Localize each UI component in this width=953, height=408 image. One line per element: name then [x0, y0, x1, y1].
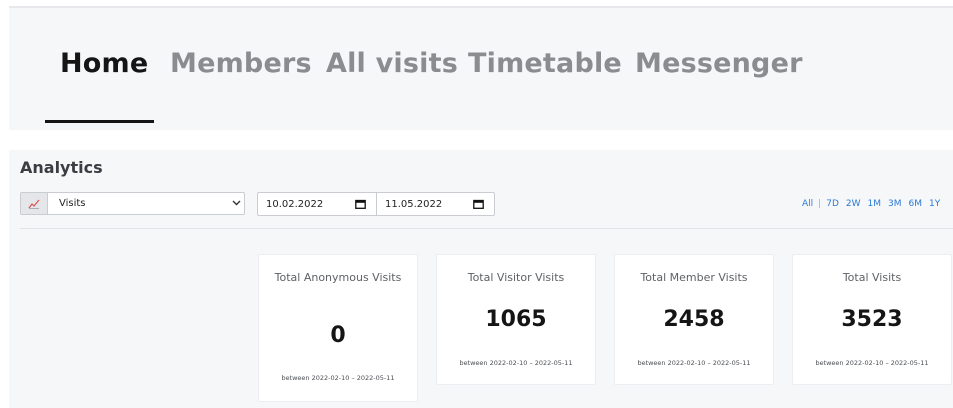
date-from-field[interactable]: 10.02.2022 [258, 193, 376, 215]
range-separator: | [818, 199, 822, 209]
stat-card-value: 0 [330, 323, 346, 348]
active-tab-indicator [45, 120, 154, 123]
date-range-picker: 10.02.2022 11.05.2022 [257, 192, 495, 216]
tab-all-visits[interactable]: All visits [326, 48, 458, 79]
date-from-value: 10.02.2022 [266, 198, 324, 210]
analytics-title: Analytics [20, 158, 103, 177]
range-2w[interactable]: 2W [846, 199, 861, 209]
line-chart-icon [21, 193, 48, 214]
divider [20, 228, 953, 229]
tab-members[interactable]: Members [170, 48, 312, 79]
stat-card-range: between 2022-02-10 – 2022-05-11 [637, 359, 751, 367]
range-7d[interactable]: 7D [826, 199, 839, 209]
stat-card-title: Total Visitor Visits [467, 271, 565, 284]
range-all[interactable]: All [802, 199, 813, 209]
date-to-value: 11.05.2022 [385, 198, 443, 210]
range-6m[interactable]: 6M [909, 199, 923, 209]
stat-card-anonymous: Total Anonymous Visits 0 between 2022-02… [258, 254, 418, 402]
metric-select-value: Visits [59, 198, 86, 209]
quick-range-selector: All | 7D 2W 1M 3M 6M 1Y [802, 199, 940, 211]
range-1m[interactable]: 1M [868, 199, 882, 209]
range-3m[interactable]: 3M [888, 199, 902, 209]
stat-card-title: Total Member Visits [640, 271, 748, 284]
main-nav: Home Members All visits Timetable Messen… [9, 8, 953, 130]
analytics-panel: Analytics Visits 10.02.2022 11.05.2022 A… [9, 150, 953, 408]
stat-card-visitor: Total Visitor Visits 1065 between 2022-0… [436, 254, 596, 385]
metric-select[interactable]: Visits [20, 192, 245, 215]
tab-timetable[interactable]: Timetable [468, 48, 622, 79]
calendar-icon[interactable] [473, 199, 484, 209]
date-to-field[interactable]: 11.05.2022 [376, 193, 494, 215]
stat-card-total: Total Visits 3523 between 2022-02-10 – 2… [792, 254, 952, 385]
calendar-icon[interactable] [355, 199, 366, 209]
stat-card-member: Total Member Visits 2458 between 2022-02… [614, 254, 774, 385]
stat-card-range: between 2022-02-10 – 2022-05-11 [815, 359, 929, 367]
stat-card-title: Total Visits [842, 271, 902, 284]
stat-card-title: Total Anonymous Visits [274, 271, 402, 284]
stat-card-value: 2458 [663, 307, 725, 332]
stat-card-value: 3523 [841, 307, 903, 332]
stat-card-value: 1065 [485, 307, 547, 332]
chevron-down-icon [228, 199, 244, 209]
tab-home[interactable]: Home [60, 48, 148, 79]
tab-messenger[interactable]: Messenger [635, 48, 803, 79]
range-1y[interactable]: 1Y [929, 199, 940, 209]
stat-card-range: between 2022-02-10 – 2022-05-11 [459, 359, 573, 367]
stat-card-range: between 2022-02-10 – 2022-05-11 [281, 374, 395, 382]
